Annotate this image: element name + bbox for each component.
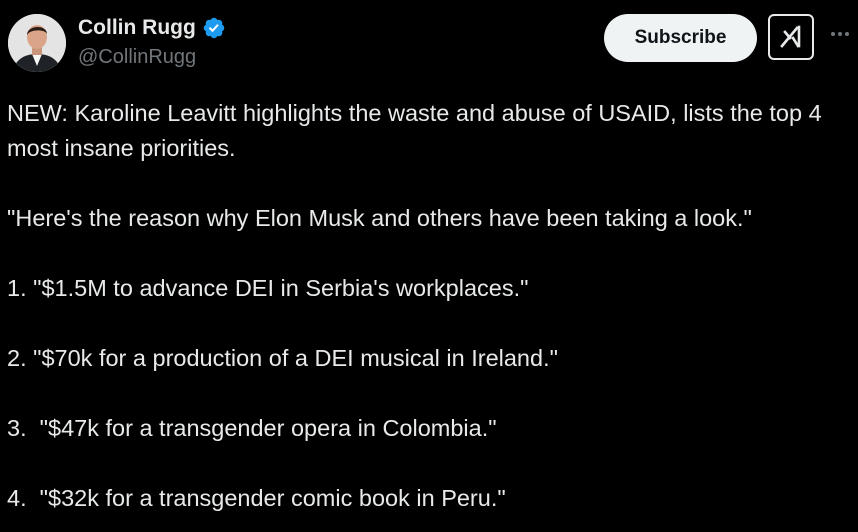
more-options-dot bbox=[831, 32, 835, 36]
tweet-list-item: 4. "$32k for a transgender comic book in… bbox=[7, 485, 506, 511]
subscribe-button[interactable]: Subscribe bbox=[604, 14, 757, 62]
tweet-intro: NEW: Karoline Leavitt highlights the was… bbox=[7, 100, 829, 161]
more-options-dot bbox=[845, 32, 849, 36]
avatar-man-in-suit-icon bbox=[8, 14, 66, 72]
more-options-dot bbox=[838, 32, 842, 36]
tweet-header: Collin Rugg @CollinRugg Subscribe bbox=[0, 0, 858, 90]
avatar[interactable] bbox=[8, 14, 66, 72]
verified-badge-icon[interactable] bbox=[202, 16, 226, 40]
tweet-quote: "Here's the reason why Elon Musk and oth… bbox=[7, 205, 752, 231]
tweet-list-item: 1. "$1.5M to advance DEI in Serbia's wor… bbox=[7, 275, 529, 301]
more-options-button[interactable] bbox=[826, 22, 854, 46]
author-handle[interactable]: @CollinRugg bbox=[78, 46, 196, 69]
tweet-text: NEW: Karoline Leavitt highlights the was… bbox=[7, 96, 852, 516]
tweet-list-item: 3. "$47k for a transgender opera in Colo… bbox=[7, 415, 497, 441]
grok-button[interactable] bbox=[768, 14, 814, 60]
author-name-row: Collin Rugg bbox=[78, 14, 226, 42]
author-display-name[interactable]: Collin Rugg bbox=[78, 16, 196, 40]
grok-icon bbox=[780, 25, 801, 48]
tweet-list-item: 2. "$70k for a production of a DEI music… bbox=[7, 345, 558, 371]
